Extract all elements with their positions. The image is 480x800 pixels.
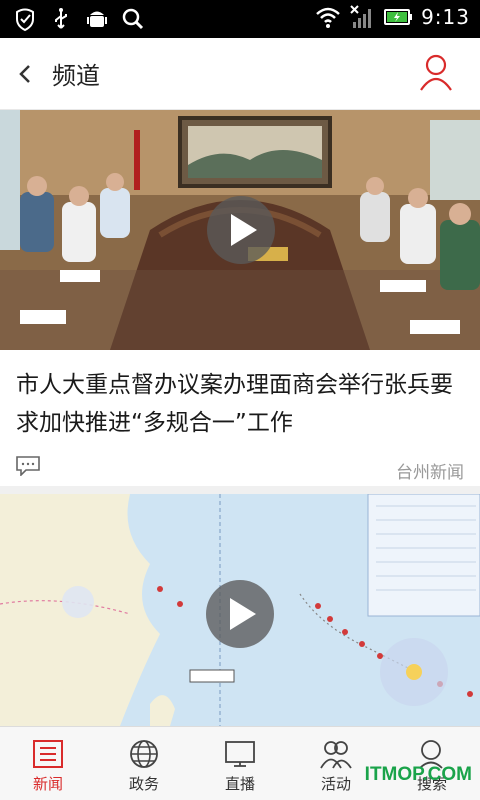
video-thumbnail[interactable] — [0, 494, 480, 726]
page-title: 频道 — [52, 62, 100, 90]
usb-icon — [55, 8, 67, 29]
news-headline[interactable]: 市人大重点督办议案办理面商会举行张兵要求加快推进“多规合一”工作 — [16, 366, 466, 442]
nav-item-live[interactable]: 直播 — [192, 727, 288, 800]
play-button[interactable] — [207, 196, 275, 264]
battery-icon — [384, 9, 413, 25]
tv-icon — [225, 741, 255, 767]
news-source: 台州新闻 — [396, 463, 464, 483]
bottom-nav: 新闻 政务 直播 活动 搜索 — [0, 726, 480, 800]
user-icon[interactable] — [418, 52, 454, 92]
play-icon — [231, 214, 257, 246]
chevron-left-icon[interactable] — [14, 58, 36, 90]
news-icon — [33, 740, 63, 768]
comment-icon[interactable] — [16, 456, 40, 476]
android-icon — [87, 11, 107, 27]
app-header: 频道 — [0, 38, 480, 110]
nav-item-government[interactable]: 政务 — [96, 727, 192, 800]
nav-label: 直播 — [224, 775, 255, 793]
nav-label: 政务 — [128, 775, 159, 793]
news-card[interactable]: 市人大重点督办议案办理面商会举行张兵要求加快推进“多规合一”工作 台州新闻 — [0, 110, 480, 486]
people-icon — [320, 741, 352, 769]
nav-item-news[interactable]: 新闻 — [0, 727, 96, 800]
status-bar: 9:13 — [0, 0, 480, 38]
signal-icon — [350, 5, 372, 28]
play-icon — [230, 598, 256, 630]
divider — [0, 486, 480, 494]
nav-label: 新闻 — [32, 775, 63, 793]
play-button[interactable] — [206, 580, 274, 648]
video-thumbnail[interactable] — [0, 110, 480, 350]
clock: 9:13 — [421, 5, 470, 29]
shield-check-icon — [16, 8, 34, 32]
search-icon — [122, 8, 144, 30]
globe-icon — [130, 740, 158, 768]
wifi-icon — [316, 7, 340, 28]
watermark: ITMOP.COM — [364, 764, 472, 785]
news-card[interactable] — [0, 494, 480, 726]
